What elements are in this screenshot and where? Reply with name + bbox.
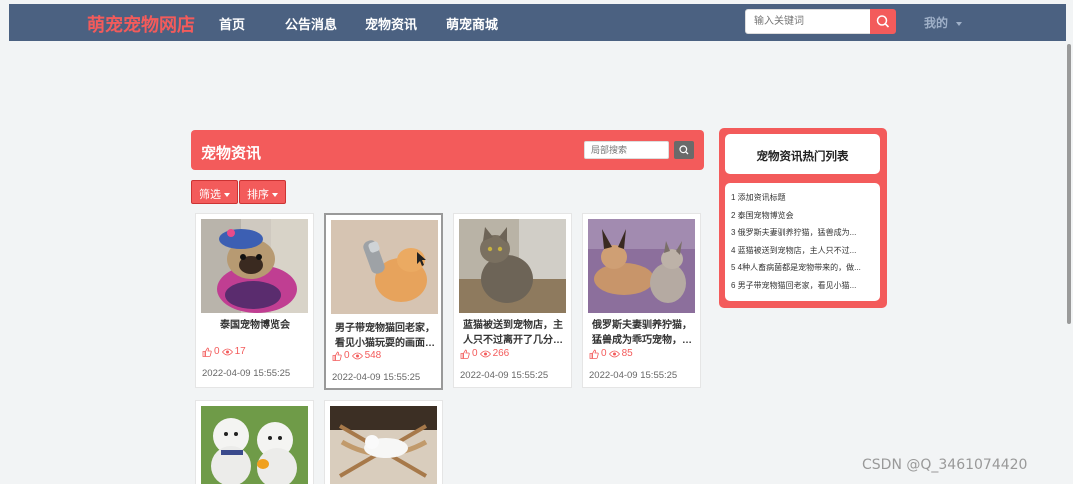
global-search-input[interactable] — [745, 9, 871, 34]
news-card-views: 548 — [364, 350, 382, 361]
news-card[interactable]: 泰国宠物博览会 0 17 2022-04-09 15:55:25 — [195, 213, 314, 388]
news-card-date: 2022-04-09 15:55:25 — [460, 370, 549, 381]
eye-icon — [608, 350, 620, 357]
section-header: 宠物资讯 — [191, 130, 704, 170]
hot-list-item[interactable]: 5 4种人畜病菌都是宠物带来的，做... — [731, 259, 876, 277]
news-card-likes: 0 — [472, 348, 478, 359]
hot-list-item[interactable]: 4 蓝猫被送到宠物店，主人只不过... — [731, 242, 876, 260]
thumb-up-icon — [332, 351, 342, 361]
local-search-button[interactable] — [674, 141, 694, 159]
local-search-input[interactable] — [584, 141, 669, 159]
news-card-likes: 0 — [344, 350, 350, 361]
top-navbar: 萌宠宠物网店 首页 公告消息 宠物资讯 萌宠商城 我的 — [9, 4, 1066, 41]
global-search-button[interactable] — [870, 9, 896, 34]
news-card-likes: 0 — [214, 346, 220, 357]
caret-down-icon — [224, 193, 230, 198]
news-card-views: 17 — [234, 346, 246, 357]
sort-dropdown-button[interactable]: 排序 — [239, 180, 286, 204]
news-card-stats: 0 85 — [589, 348, 633, 359]
news-card-image-caracals — [588, 219, 695, 313]
news-card-image-orange-cat — [331, 220, 438, 314]
eye-icon — [479, 350, 491, 357]
thumb-up-icon — [202, 347, 212, 357]
news-card-image-tabby-cat — [459, 219, 566, 313]
caret-down-icon — [272, 193, 278, 198]
news-card-title: 男子带宠物猫回老家，看见小猫玩耍的画面… — [335, 323, 435, 349]
nav-item-shop[interactable]: 萌宠商城 — [446, 14, 498, 33]
user-menu-dropdown[interactable]: 我的 — [924, 14, 963, 31]
hot-list-header: 宠物资讯热门列表 — [725, 134, 880, 174]
filter-dropdown-button[interactable]: 筛选 — [191, 180, 238, 204]
hot-list: 1 添加资讯标题 2 泰国宠物博览会 3 俄罗斯夫妻驯养狞猫，猛兽成为... 4… — [725, 183, 880, 301]
news-card[interactable]: 俄罗斯夫妻驯养狞猫，猛兽成为乖巧宠物，… 0 85 2022-04-09 15:… — [582, 213, 701, 388]
news-card-views: 266 — [492, 348, 510, 359]
thumb-up-icon — [589, 349, 599, 359]
hot-list-item[interactable]: 3 俄罗斯夫妻驯养狞猫，猛兽成为... — [731, 224, 876, 242]
news-card[interactable]: 蓝猫被送到宠物店，主人只不过离开了几分… 0 266 2022-04-09 15… — [453, 213, 572, 388]
sort-label: 排序 — [247, 189, 269, 201]
hot-list-item[interactable]: 1 添加资讯标题 — [731, 189, 876, 207]
news-card-title: 泰国宠物博览会 — [220, 320, 290, 331]
hot-list-title: 宠物资讯热门列表 — [756, 151, 849, 163]
nav-item-announcements[interactable]: 公告消息 — [285, 14, 337, 33]
news-card-image-pug — [201, 219, 308, 313]
hot-list-item[interactable]: 2 泰国宠物博览会 — [731, 207, 876, 225]
search-icon — [679, 145, 689, 155]
news-card-stats: 0 548 — [332, 350, 381, 361]
news-card-views: 85 — [621, 348, 633, 359]
nav-item-pet-news[interactable]: 宠物资讯 — [365, 14, 417, 33]
news-card-title: 蓝猫被送到宠物店，主人只不过离开了几分… — [463, 320, 563, 346]
nav-item-home[interactable]: 首页 — [219, 14, 245, 33]
news-card[interactable] — [324, 400, 443, 484]
news-card-date: 2022-04-09 15:55:25 — [332, 372, 421, 383]
news-card-stats: 0 17 — [202, 346, 246, 357]
news-card-date: 2022-04-09 15:55:25 — [589, 370, 678, 381]
news-card-stats: 0 266 — [460, 348, 509, 359]
news-card[interactable]: 男子带宠物猫回老家，看见小猫玩耍的画面… 0 548 2022-04-09 15… — [324, 213, 443, 390]
thumb-up-icon — [460, 349, 470, 359]
page-scrollbar-thumb[interactable] — [1067, 44, 1071, 324]
news-card-title: 俄罗斯夫妻驯养狞猫，猛兽成为乖巧宠物，… — [592, 320, 692, 346]
news-card[interactable] — [195, 400, 314, 484]
filter-label: 筛选 — [199, 189, 221, 201]
news-card-image-white-dogs — [201, 406, 308, 484]
hot-list-panel: 宠物资讯热门列表 1 添加资讯标题 2 泰国宠物博览会 3 俄罗斯夫妻驯养狞猫，… — [719, 128, 887, 308]
news-card-date: 2022-04-09 15:55:25 — [202, 368, 291, 379]
news-card-image-cat-hammock — [330, 406, 437, 484]
csdn-watermark: CSDN @Q_3461074420 — [862, 457, 1028, 473]
user-menu-label: 我的 — [924, 16, 949, 30]
caret-down-icon — [956, 21, 963, 26]
eye-icon — [221, 348, 233, 355]
hot-list-item[interactable]: 6 男子带宠物猫回老家，看见小猫... — [731, 277, 876, 295]
news-card-likes: 0 — [601, 348, 607, 359]
eye-icon — [351, 352, 363, 359]
search-icon — [876, 15, 890, 28]
brand-logo-text[interactable]: 萌宠宠物网店 — [87, 11, 195, 37]
section-title: 宠物资讯 — [201, 145, 262, 162]
